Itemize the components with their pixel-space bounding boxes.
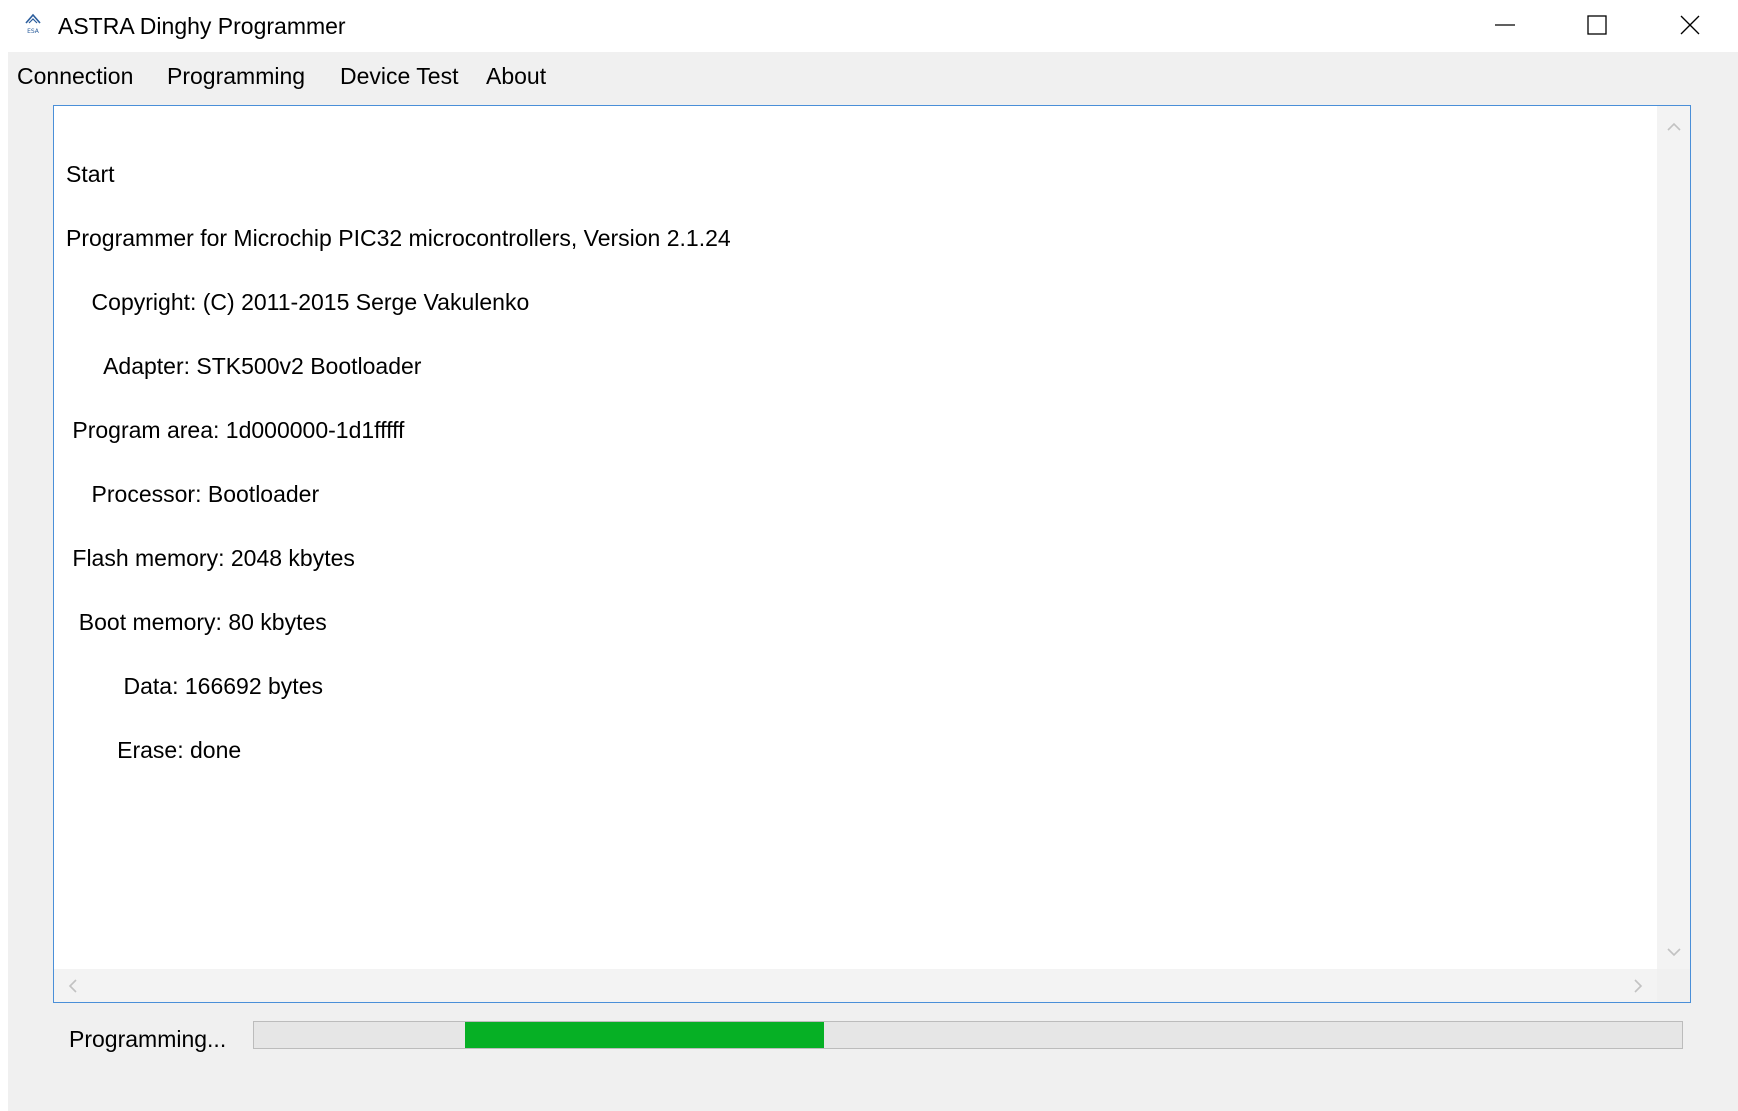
title-bar: ESA ASTRA Dinghy Programmer <box>0 0 1738 50</box>
log-line-erase: Erase: done <box>66 737 242 763</box>
scroll-left-icon[interactable] <box>62 975 84 997</box>
minimize-icon <box>1495 24 1515 26</box>
scroll-up-icon[interactable] <box>1663 116 1685 138</box>
log-line-copyright: Copyright: (C) 2011-2015 Serge Vakulenko <box>66 289 530 315</box>
log-line-flash-memory: Flash memory: 2048 kbytes <box>66 545 355 571</box>
log-line-processor: Processor: Bootloader <box>66 481 320 507</box>
log-lines: Start Programmer for Microchip PIC32 mic… <box>66 158 1646 798</box>
menu-about[interactable]: About <box>486 62 546 90</box>
log-line-start: Start <box>66 161 115 187</box>
log-line-adapter: Adapter: STK500v2 Bootloader <box>66 353 422 379</box>
log-line-programmer: Programmer for Microchip PIC32 microcont… <box>66 225 731 251</box>
minimize-button[interactable] <box>1459 0 1551 50</box>
vertical-scrollbar[interactable] <box>1657 106 1690 969</box>
status-bar: Programming... <box>53 1011 1689 1067</box>
progress-bar-fill <box>465 1022 824 1048</box>
menu-connection[interactable]: Connection <box>17 62 133 90</box>
window-title: ASTRA Dinghy Programmer <box>58 13 346 39</box>
log-output-textbox[interactable]: Start Programmer for Microchip PIC32 mic… <box>53 105 1691 1003</box>
horizontal-scrollbar[interactable] <box>54 969 1657 1002</box>
log-line-data: Data: 166692 bytes <box>66 673 324 699</box>
svg-text:ESA: ESA <box>27 28 40 35</box>
close-icon <box>1680 15 1700 35</box>
menu-programming[interactable]: Programming <box>167 62 305 90</box>
scrollbar-corner <box>1657 969 1690 1002</box>
maximize-icon <box>1587 15 1607 35</box>
menu-device-test[interactable]: Device Test <box>340 62 458 90</box>
log-line-program-area: Program area: 1d000000-1d1fffff <box>66 417 405 443</box>
maximize-button[interactable] <box>1551 0 1643 50</box>
status-label: Programming... <box>69 1026 227 1052</box>
scroll-right-icon[interactable] <box>1627 975 1649 997</box>
progress-bar <box>253 1021 1683 1049</box>
log-line-boot-memory: Boot memory: 80 kbytes <box>66 609 327 635</box>
astra-logo-icon: ESA <box>25 13 41 35</box>
scroll-down-icon[interactable] <box>1663 941 1685 963</box>
close-button[interactable] <box>1644 0 1736 50</box>
